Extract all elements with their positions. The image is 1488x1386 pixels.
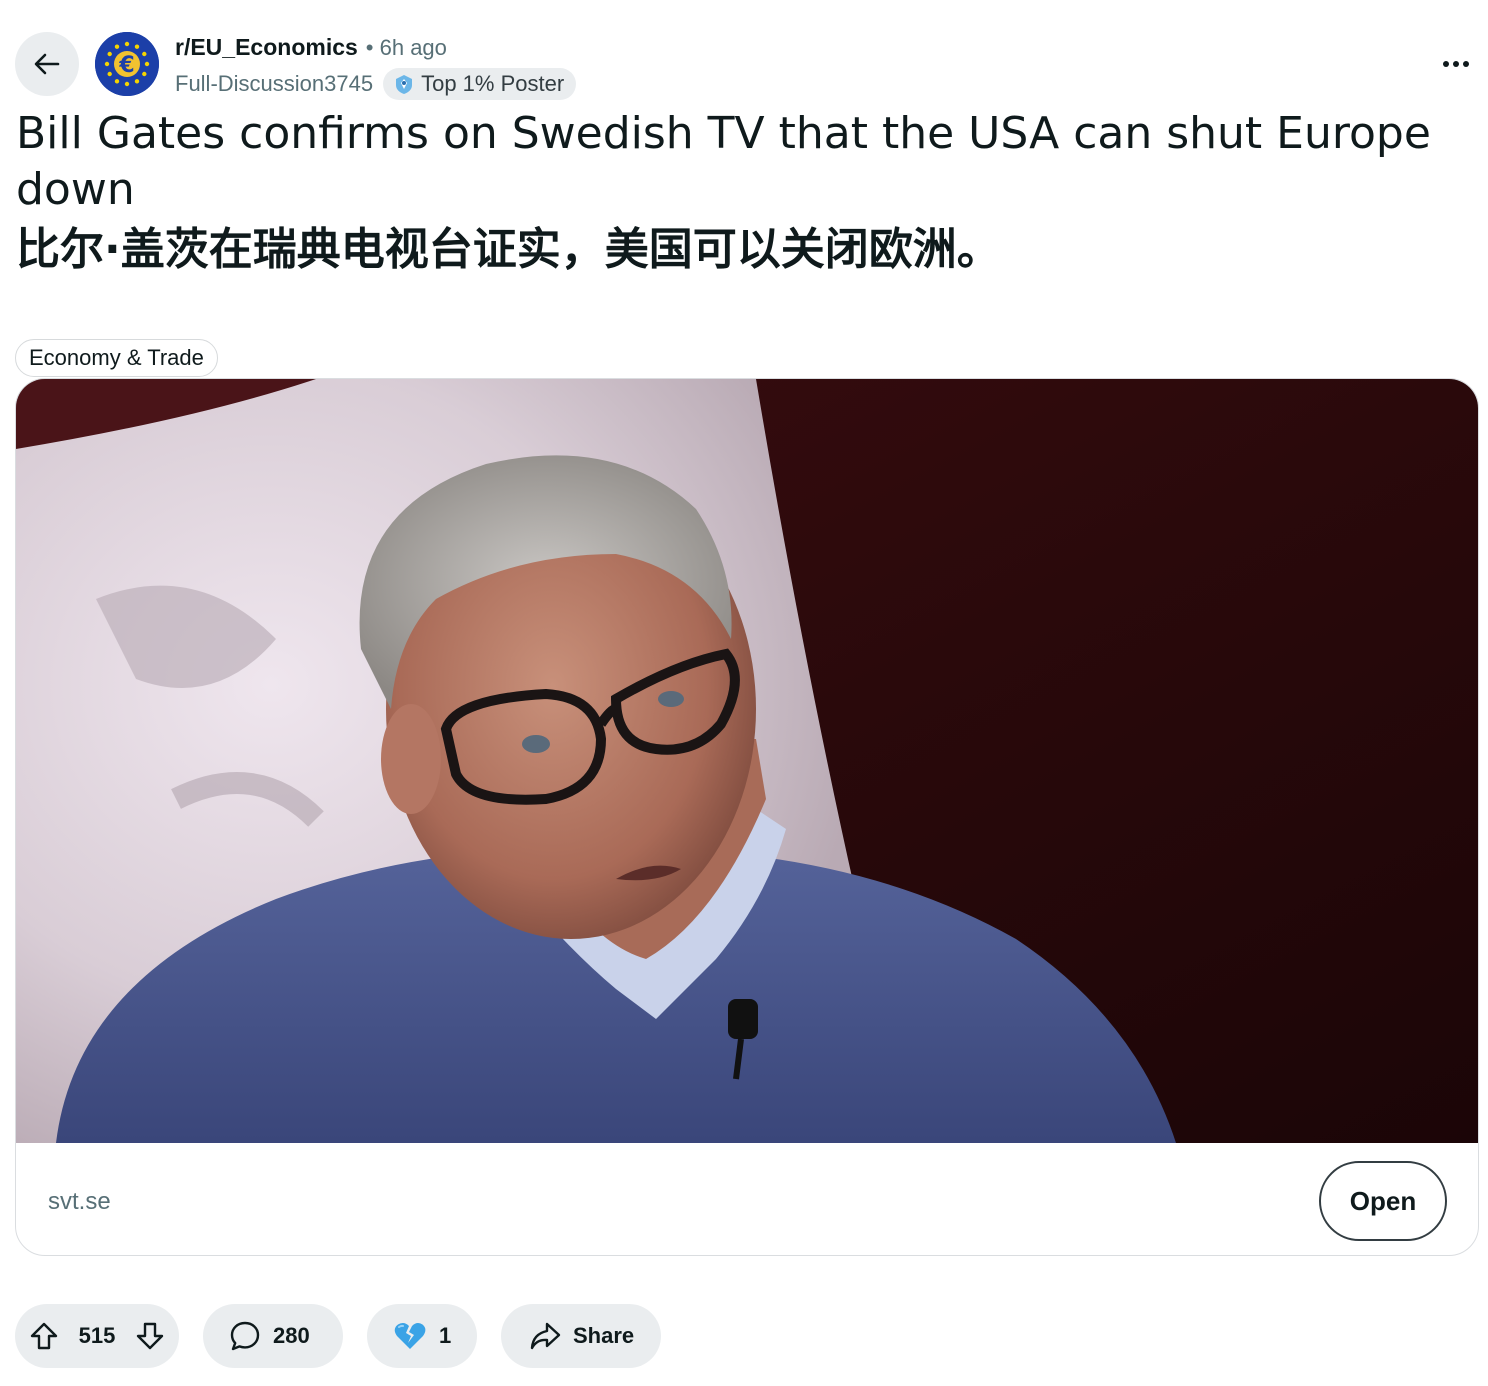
share-button[interactable]: Share [501,1304,661,1368]
comment-icon [230,1321,260,1351]
author-badge-label: Top 1% Poster [421,71,565,96]
post-title-chinese: 比尔·盖茨在瑞典电视台证实，美国可以关闭欧洲。 [16,224,1001,275]
post-title: Bill Gates confirms on Swedish TV that t… [16,106,1456,278]
post-flair[interactable]: Economy & Trade [15,339,218,377]
upvote-icon [30,1322,58,1350]
link-domain[interactable]: svt.se [48,1188,111,1216]
post-action-bar: 515 280 1 Share [15,1304,661,1368]
author-name[interactable]: Full-Discussion3745 [175,71,373,97]
subreddit-name[interactable]: r/EU_Economics [175,34,358,61]
subreddit-avatar[interactable]: € [95,32,159,96]
comment-count: 280 [273,1323,310,1348]
broken-heart-award-icon [394,1323,426,1349]
top-poster-badge-icon [396,75,413,94]
award-button[interactable]: 1 [367,1304,477,1368]
downvote-icon [136,1322,164,1350]
vote-count: 515 [78,1323,116,1348]
share-label: Share [573,1323,635,1348]
link-preview-image[interactable] [16,379,1478,1143]
back-button[interactable] [15,32,79,96]
share-icon [530,1322,561,1350]
interview-photo [16,379,1478,1143]
upvote-button[interactable] [29,1321,59,1351]
post-meta: r/EU_Economics • 6h ago Full-Discussion3… [175,34,577,100]
open-link-button[interactable]: Open [1319,1161,1447,1241]
link-preview-footer: svt.se Open [16,1143,1478,1255]
overflow-menu-icon [1443,61,1469,67]
svg-text:€: € [118,53,134,78]
vote-control: 515 [15,1304,179,1368]
post-time: • 6h ago [365,35,447,60]
overflow-menu-button[interactable] [1434,44,1478,84]
downvote-button[interactable] [135,1321,165,1351]
back-arrow-icon [34,53,60,75]
award-count: 1 [439,1323,452,1348]
eu-euro-icon: € [95,32,159,96]
author-badge: Top 1% Poster [383,68,577,100]
link-preview-card[interactable]: svt.se Open [15,378,1479,1256]
comments-button[interactable]: 280 [203,1304,343,1368]
post-title-english: Bill Gates confirms on Swedish TV that t… [16,108,1431,215]
